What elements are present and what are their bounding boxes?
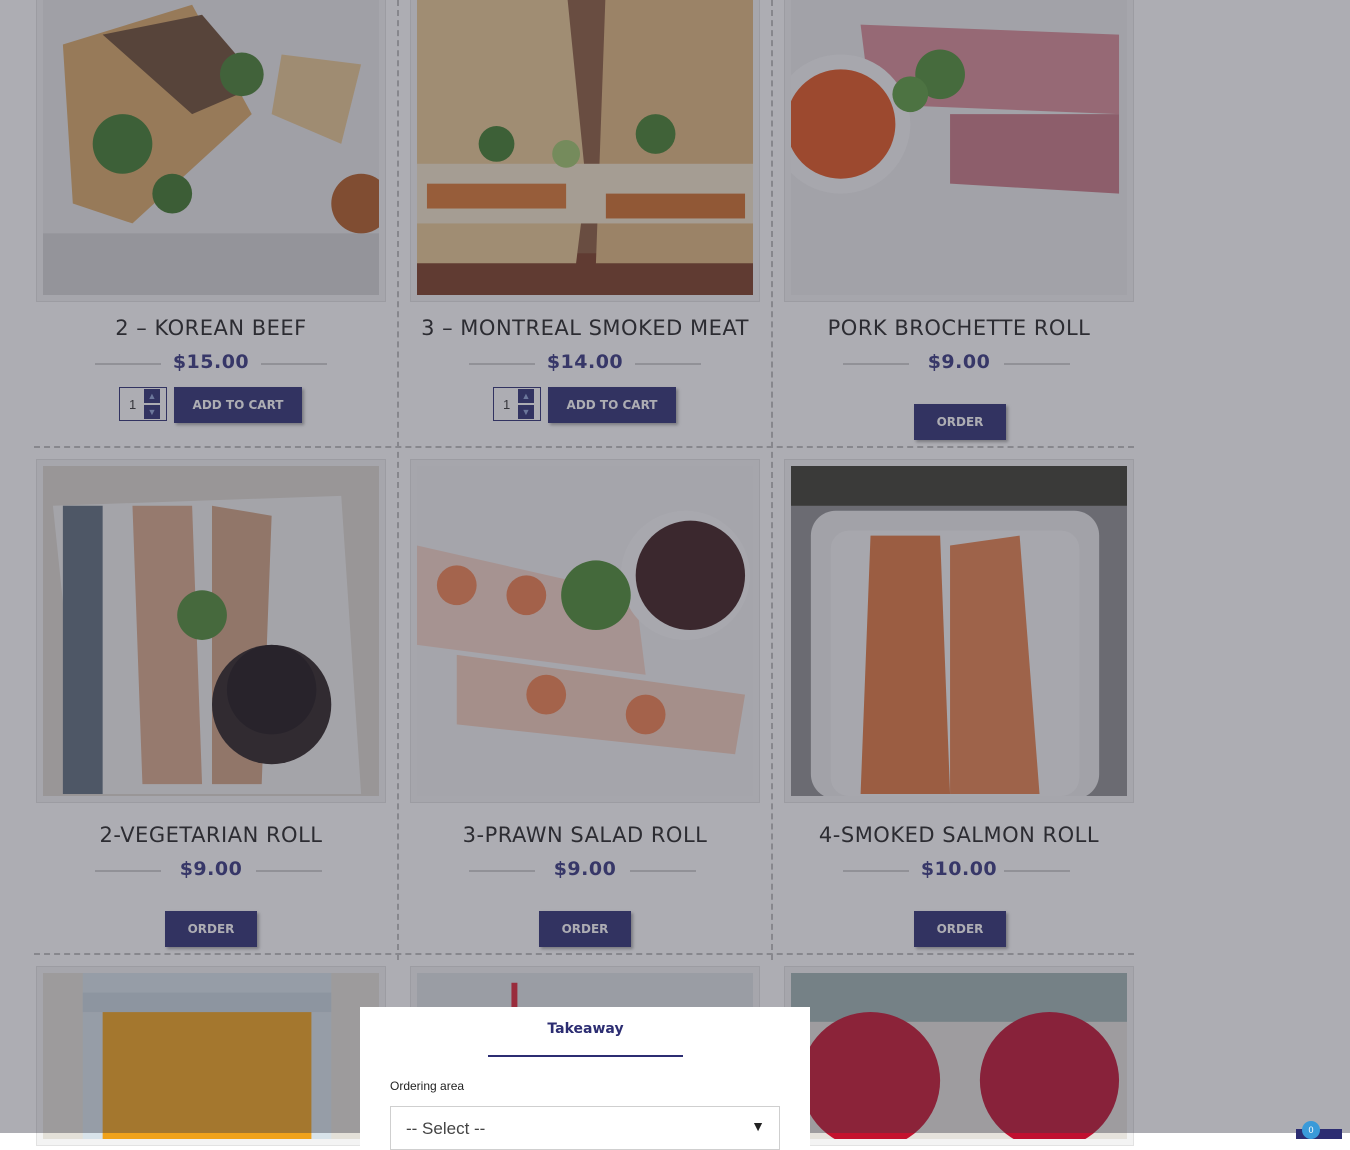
ordering-area-select[interactable]: -- Select -- ▼ bbox=[390, 1106, 780, 1150]
active-tab-indicator bbox=[488, 1055, 683, 1057]
modal-backdrop[interactable] bbox=[0, 0, 1350, 1133]
ordering-area-label: Ordering area bbox=[390, 1079, 465, 1093]
select-value: -- Select -- bbox=[406, 1119, 486, 1138]
dropdown-arrow-icon: ▼ bbox=[751, 1118, 765, 1134]
cart-count-badge: 0 bbox=[1302, 1121, 1320, 1139]
menu-page: 2 – KOREAN BEEF $15.00 1 ▲ ▼ ADD TO CART bbox=[0, 0, 1350, 1150]
order-type-modal: Takeaway Ordering area -- Select -- ▼ bbox=[360, 1007, 810, 1150]
tab-takeaway[interactable]: Takeaway bbox=[488, 1021, 683, 1037]
